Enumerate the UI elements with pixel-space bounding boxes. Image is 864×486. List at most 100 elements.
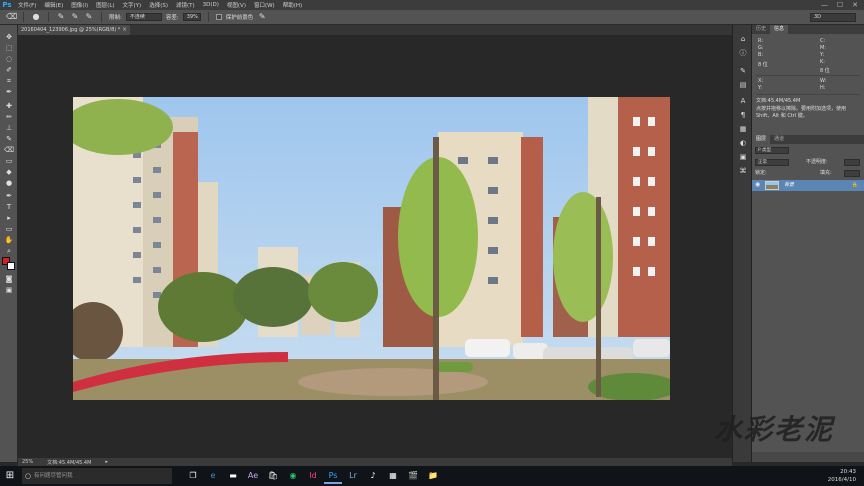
layer-kind-filter[interactable]: P 类型 xyxy=(755,147,789,154)
blend-mode-select[interactable]: 正常 xyxy=(755,159,789,166)
paragraph-panel-icon[interactable]: ¶ xyxy=(738,111,748,120)
swatches-panel-icon[interactable]: ▦ xyxy=(738,125,748,134)
tab-info[interactable]: 信息 xyxy=(770,25,789,34)
status-arrow-icon[interactable]: ▸ xyxy=(105,459,108,465)
tab-channels[interactable]: 通道 xyxy=(770,135,788,144)
taskbar-clock[interactable]: 20:43 2016/4/10 xyxy=(828,468,856,484)
zoom-level[interactable]: 25% xyxy=(22,459,33,465)
healing-tool-icon[interactable]: ✚ xyxy=(3,102,15,111)
app-icon[interactable]: ▬ xyxy=(224,468,242,484)
menu-edit[interactable]: 编辑(E) xyxy=(40,1,67,9)
pressure-icon[interactable]: ✎ xyxy=(257,12,267,22)
photo-image xyxy=(73,97,670,400)
eraser-tool-icon[interactable]: ⌫ xyxy=(3,146,15,155)
tolerance-input[interactable]: 39% xyxy=(182,13,201,21)
photoshop-taskbar-icon[interactable]: Ps xyxy=(324,468,342,484)
app-icon[interactable]: ▦ xyxy=(384,468,402,484)
task-view-icon[interactable]: ❐ xyxy=(184,468,202,484)
paths-panel-icon[interactable]: ⌘ xyxy=(738,167,748,176)
windows-taskbar: ⊞ ○ 有问题尽管问我 ❐ e ▬ Ae 🛍 ◉ Id Ps Lr ♪ ▦ 🎬 … xyxy=(0,466,864,486)
info-panel-icon[interactable]: ⓘ xyxy=(738,49,748,58)
windows-start-icon[interactable]: ⊞ xyxy=(4,470,16,482)
menu-view[interactable]: 视图(V) xyxy=(223,1,250,9)
music-icon[interactable]: ♪ xyxy=(364,468,382,484)
canvas-area[interactable] xyxy=(18,35,732,458)
info-b: B: xyxy=(758,52,764,58)
store-icon[interactable]: 🛍 xyxy=(264,468,282,484)
sampling-background-icon[interactable]: ✎ xyxy=(84,12,94,22)
minimize-icon[interactable]: — xyxy=(821,0,828,10)
info-y: Y: xyxy=(820,52,825,58)
fill-input[interactable] xyxy=(844,170,860,177)
options-bar: ⌫ ● ✎ ✎ ✎ 限制: 不连续 容差: 39% 保护前景色 ✎ 3D xyxy=(0,10,864,25)
move-tool-icon[interactable]: ✥ xyxy=(3,33,15,42)
menu-type[interactable]: 文字(Y) xyxy=(119,1,146,9)
crop-tool-icon[interactable]: ⌗ xyxy=(3,77,15,86)
brush-preset-icon[interactable]: ● xyxy=(31,12,41,22)
path-select-tool-icon[interactable]: ▸ xyxy=(3,214,15,223)
folder-icon[interactable]: 📁 xyxy=(424,468,442,484)
marquee-tool-icon[interactable]: ⬚ xyxy=(3,44,15,53)
app-icon[interactable]: ◉ xyxy=(284,468,302,484)
quick-mask-icon[interactable]: ◙ xyxy=(3,275,15,284)
background-color-swatch[interactable] xyxy=(7,262,15,270)
layer-row-background[interactable]: ◉ 背景 🔒 xyxy=(752,180,864,191)
visibility-eye-icon[interactable]: ◉ xyxy=(755,181,760,188)
brush-panel-icon[interactable]: ✎ xyxy=(738,67,748,76)
tab-layers[interactable]: 图层 xyxy=(752,135,771,144)
lightroom-icon[interactable]: Lr xyxy=(344,468,362,484)
menu-file[interactable]: 文件(F) xyxy=(14,1,40,9)
info-w: W: xyxy=(820,78,827,84)
protect-foreground-checkbox[interactable] xyxy=(215,14,222,20)
workspace-select[interactable]: 3D xyxy=(810,13,856,22)
zoom-tool-icon[interactable]: ⌕ xyxy=(3,247,15,256)
brush-presets-icon[interactable]: ▤ xyxy=(738,81,748,90)
close-icon[interactable]: ✕ xyxy=(852,0,858,10)
quick-select-tool-icon[interactable]: ✐ xyxy=(3,66,15,75)
history-brush-tool-icon[interactable]: ✎ xyxy=(3,135,15,144)
history-panel-icon[interactable]: ⌂ xyxy=(738,35,748,44)
after-effects-icon[interactable]: Ae xyxy=(244,468,262,484)
pen-tool-icon[interactable]: ✒ xyxy=(3,192,15,201)
sampling-once-icon[interactable]: ✎ xyxy=(70,12,80,22)
character-panel-icon[interactable]: A xyxy=(738,97,748,106)
adjustments-panel-icon[interactable]: ◐ xyxy=(738,139,748,148)
menu-help[interactable]: 帮助(H) xyxy=(279,1,306,9)
menu-image[interactable]: 图像(I) xyxy=(67,1,92,9)
blur-tool-icon[interactable]: ◆ xyxy=(3,168,15,177)
brush-tool-icon[interactable]: ✏ xyxy=(3,113,15,122)
menu-3d[interactable]: 3D(D) xyxy=(199,2,223,8)
eraser-tool-icon[interactable]: ⌫ xyxy=(6,12,17,22)
sampling-continuous-icon[interactable]: ✎ xyxy=(56,12,66,22)
menu-filter[interactable]: 滤镜(T) xyxy=(172,1,199,9)
opacity-input[interactable] xyxy=(844,159,860,166)
hand-tool-icon[interactable]: ✋ xyxy=(3,236,15,245)
menu-window[interactable]: 窗口(W) xyxy=(250,1,279,9)
document-canvas[interactable] xyxy=(73,97,670,400)
dodge-tool-icon[interactable]: ● xyxy=(3,179,15,188)
document-tab[interactable]: 20160404_123906.jpg @ 25%(RGB/8) * × xyxy=(18,25,130,35)
type-tool-icon[interactable]: T xyxy=(3,203,15,212)
screen-mode-icon[interactable]: ▣ xyxy=(3,286,15,295)
gradient-tool-icon[interactable]: ▭ xyxy=(3,157,15,166)
divider xyxy=(207,12,209,22)
fill-label: 填充: xyxy=(820,170,832,176)
eyedropper-tool-icon[interactable]: ✒ xyxy=(3,88,15,97)
divider xyxy=(756,94,860,95)
maximize-icon[interactable]: ☐ xyxy=(837,0,843,10)
styles-panel-icon[interactable]: ▣ xyxy=(738,153,748,162)
video-icon[interactable]: 🎬 xyxy=(404,468,422,484)
right-panels: 历史 信息 R: G: B: 8 位 C: M: Y: K: 8 位 X: Y:… xyxy=(752,25,864,462)
tab-history[interactable]: 历史 xyxy=(752,25,770,34)
shape-tool-icon[interactable]: ▭ xyxy=(3,225,15,234)
indesign-icon[interactable]: Id xyxy=(304,468,322,484)
menu-layer[interactable]: 图层(L) xyxy=(92,1,118,9)
close-icon[interactable]: × xyxy=(122,25,127,35)
menu-select[interactable]: 选择(S) xyxy=(145,1,172,9)
edge-browser-icon[interactable]: e xyxy=(204,468,222,484)
info-y-coord: Y: xyxy=(758,85,763,91)
clone-stamp-tool-icon[interactable]: ⊥ xyxy=(3,124,15,133)
taskbar-search-box[interactable]: ○ 有问题尽管问我 xyxy=(22,468,172,484)
limits-select[interactable]: 不连续 xyxy=(125,13,162,21)
lasso-tool-icon[interactable]: ◌ xyxy=(3,55,15,64)
